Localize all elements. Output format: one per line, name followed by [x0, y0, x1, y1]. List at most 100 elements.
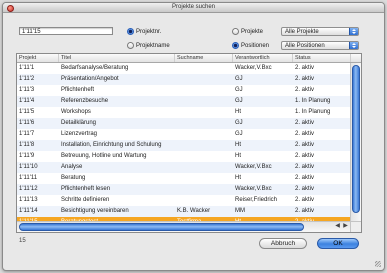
close-icon[interactable] — [7, 5, 14, 12]
table-row[interactable]: 1'11'14 Besichtigung vereinbaren K.B. Wack… — [17, 206, 351, 217]
table-row[interactable]: 1'11'9 Betreuung, Hotline und Wartung Ht 2.… — [17, 151, 351, 162]
cell-titel: Betreuung, Hotline und Wartung — [61, 153, 147, 159]
cell-verantwortlich: GJ — [235, 87, 243, 93]
cell-suchname — [175, 151, 233, 162]
cell-projekt: 1'11'7 — [19, 131, 35, 137]
radio-positionen[interactable]: Positionen — [232, 41, 269, 50]
cell-titel: Detailklärung — [61, 120, 97, 126]
scroll-corner — [350, 221, 361, 232]
radio-projektnr-icon[interactable] — [127, 28, 134, 35]
horizontal-scroll-thumb[interactable] — [19, 223, 304, 231]
table-row[interactable]: 1'11'2 Präsentation/Angebot GJ 2. aktiv — [17, 74, 351, 85]
cell-projekt: 1'11'6 — [19, 120, 35, 126]
cell-titel: Analyse — [61, 164, 83, 170]
search-input[interactable]: 1'11'15 — [19, 27, 113, 35]
scroll-left-icon[interactable]: ◀ — [334, 223, 341, 230]
cell-status: 2. aktiv — [295, 197, 315, 203]
table-row[interactable]: 1'11'7 Lizenzvertrag GJ 2. aktiv — [17, 129, 351, 140]
table-row[interactable]: 1'11'8 Installation, Einrichtung und Schu… — [17, 140, 351, 151]
table-row[interactable]: 1'11'1 Bedarfsanalyse/Beratung Wacker,V.Bx… — [17, 63, 351, 74]
column-header-status[interactable]: Status — [293, 54, 351, 62]
radio-projektname-icon[interactable] — [127, 42, 134, 49]
cell-verantwortlich: Ht — [235, 142, 241, 148]
window-title: Projekte suchen — [171, 4, 216, 10]
chevron-updown-icon — [349, 42, 358, 49]
cell-titel: Pflichtenheft — [61, 87, 95, 93]
cell-suchname — [175, 96, 233, 107]
cell-status: 2. aktiv — [295, 208, 315, 214]
cell-verantwortlich: Ht — [235, 175, 241, 181]
cell-suchname — [175, 129, 233, 140]
cell-suchname — [175, 195, 233, 206]
table-row[interactable]: 1'11'5 Workshops Ht 1. In Planung — [17, 107, 351, 118]
cell-suchname — [175, 74, 233, 85]
projekte-filter-select[interactable]: Alle Projekte — [281, 27, 359, 36]
cell-status: 1. In Planung — [295, 98, 331, 104]
chevron-updown-icon — [349, 28, 358, 35]
cell-projekt: 1'11'1 — [19, 65, 35, 71]
project-search-dialog: Projekte suchen 1'11'15 Projektnr. Proje… — [2, 2, 385, 271]
radio-positionen-icon[interactable] — [232, 42, 239, 49]
table-row[interactable]: 1'11'10 Analyse Wacker,V.Bxc 2. aktiv — [17, 162, 351, 173]
cell-titel: Referenzbesuche — [61, 98, 109, 104]
radio-projektnr[interactable]: Projektnr. — [127, 27, 161, 36]
radio-projekte-icon[interactable] — [232, 28, 239, 35]
cell-status: 1. In Planung — [295, 109, 331, 115]
resize-grip-icon[interactable] — [375, 261, 381, 267]
radio-projekte[interactable]: Projekte — [232, 27, 263, 36]
cell-verantwortlich: GJ — [235, 98, 243, 104]
search-input-value: 1'11'15 — [22, 29, 41, 35]
table-row[interactable]: 1'11'3 Pflichtenheft GJ 2. aktiv — [17, 85, 351, 96]
cell-verantwortlich: Wacker,V.Bxc — [235, 65, 272, 71]
radio-projektname[interactable]: Projektname — [127, 41, 170, 50]
radio-projektname-label: Projektname — [136, 42, 170, 49]
cell-status: 2. aktiv — [295, 87, 315, 93]
positionen-filter-value: Alle Positionen — [285, 43, 325, 49]
cell-projekt: 1'11'12 — [19, 186, 38, 192]
cell-verantwortlich: Wacker,V.Bxc — [235, 164, 272, 170]
cell-status: 2. aktiv — [295, 65, 315, 71]
column-header-suchname[interactable]: Suchname — [175, 54, 233, 62]
cell-projekt: 1'11'2 — [19, 76, 35, 82]
ok-button[interactable]: OK — [317, 238, 359, 249]
column-header-titel[interactable]: Titel — [59, 54, 175, 62]
table-row[interactable]: 1'11'6 Detailklärung GJ 2. aktiv — [17, 118, 351, 129]
cell-suchname — [175, 184, 233, 195]
vertical-scroll-thumb[interactable] — [352, 65, 360, 213]
table-row[interactable]: 1'11'12 Pflichtenheft lesen Wacker,V.Bxc 2.… — [17, 184, 351, 195]
table-row[interactable]: 1'11'4 Referenzbesuche GJ 1. In Planung — [17, 96, 351, 107]
vertical-scrollbar[interactable] — [350, 63, 361, 222]
cell-suchname — [175, 173, 233, 184]
cell-projekt: 1'11'8 — [19, 142, 35, 148]
results-table[interactable]: Projekt Titel Suchname Verantwortlich St… — [16, 53, 362, 233]
scroll-right-icon[interactable]: ▶ — [342, 223, 349, 230]
cell-verantwortlich: Reiser,Friedrich — [235, 197, 278, 203]
cell-projekt: 1'11'10 — [19, 164, 38, 170]
cell-titel: Besichtigung vereinbaren — [61, 208, 129, 214]
cell-projekt: 1'11'4 — [19, 98, 35, 104]
column-header-verantwortlich[interactable]: Verantwortlich — [233, 54, 293, 62]
table-row[interactable]: 1'11'11 Beratung Ht 2. aktiv — [17, 173, 351, 184]
cell-projekt: 1'11'5 — [19, 109, 35, 115]
cell-titel: Pflichtenheft lesen — [61, 186, 111, 192]
cell-projekt: 1'11'11 — [19, 175, 38, 181]
cell-verantwortlich: Ht — [235, 109, 241, 115]
cell-titel: Schritte definieren — [61, 197, 110, 203]
cell-suchname — [175, 107, 233, 118]
cell-titel: Beratung — [61, 175, 86, 181]
cell-status: 2. aktiv — [295, 164, 315, 170]
cell-verantwortlich: Ht — [235, 153, 241, 159]
cell-suchname — [175, 118, 233, 129]
radio-projektnr-label: Projektnr. — [136, 28, 162, 35]
cell-status: 2. aktiv — [295, 153, 315, 159]
positionen-filter-select[interactable]: Alle Positionen — [281, 41, 359, 50]
cell-suchname: K.B. Wacker — [177, 208, 211, 214]
radio-positionen-label: Positionen — [241, 42, 270, 49]
cancel-button[interactable]: Abbruch — [259, 238, 307, 249]
cell-status: 2. aktiv — [295, 120, 315, 126]
table-header: Projekt Titel Suchname Verantwortlich St… — [17, 54, 361, 63]
table-row[interactable]: 1'11'13 Schritte definieren Reiser,Friedri… — [17, 195, 351, 206]
horizontal-scrollbar[interactable]: ◀ ▶ — [17, 221, 351, 232]
column-header-projekt[interactable]: Projekt — [17, 54, 59, 62]
cell-verantwortlich: GJ — [235, 131, 243, 137]
